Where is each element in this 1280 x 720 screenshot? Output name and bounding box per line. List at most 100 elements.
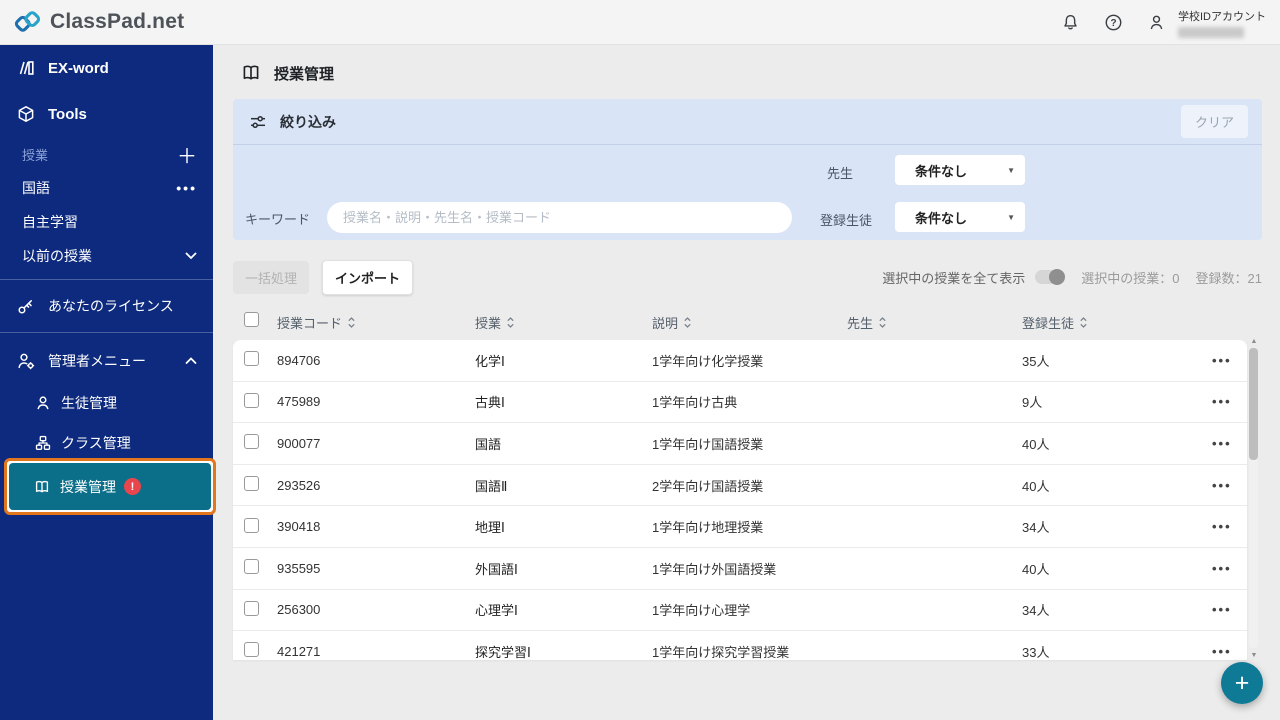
keyword-search-input[interactable] (327, 202, 792, 233)
sidebar-item-kokugo[interactable]: 国語 ••• (0, 171, 213, 205)
row-more-icon[interactable]: ••• (1212, 436, 1232, 451)
teacher-filter-label: 先生 (827, 163, 853, 182)
bulk-action-button[interactable]: 一括処理 (233, 261, 309, 294)
row-more-icon[interactable]: ••• (1212, 478, 1232, 493)
course-name: 古典Ⅰ (475, 392, 652, 411)
account-name-redacted (1178, 27, 1244, 38)
sidebar-item-label: クラス管理 (61, 433, 131, 453)
section-label: 授業 (22, 145, 48, 164)
sidebar-item-label: 国語 (22, 178, 50, 198)
svg-text:?: ? (1110, 18, 1116, 29)
table-row[interactable]: 256300 心理学Ⅰ 1学年向け心理学 34人 ••• (233, 590, 1247, 632)
row-more-icon[interactable]: ••• (1212, 519, 1232, 534)
account-person-icon[interactable] (1147, 13, 1166, 32)
sort-icon (878, 316, 887, 329)
row-checkbox[interactable] (244, 393, 259, 408)
sidebar-item-label: Tools (48, 106, 87, 123)
book-icon (33, 478, 51, 496)
course-description: 1学年向け心理学 (652, 600, 847, 619)
column-header-code[interactable]: 授業コード (277, 313, 475, 332)
table-row[interactable]: 935595 外国語Ⅰ 1学年向け外国語授業 40人 ••• (233, 548, 1247, 590)
student-count: 40人 (1022, 434, 1212, 453)
column-header-teacher[interactable]: 先生 (847, 313, 1022, 332)
show-selected-toggle[interactable] (1035, 270, 1065, 284)
row-checkbox[interactable] (244, 642, 259, 657)
sidebar-item-self-study[interactable]: 自主学習 (0, 205, 213, 239)
course-description: 1学年向け探究学習授業 (652, 642, 847, 660)
sidebar-item-course-management-selected[interactable]: 授業管理 ! (9, 463, 211, 510)
student-count: 33人 (1022, 642, 1212, 660)
table-body: 894706 化学Ⅰ 1学年向け化学授業 35人 ••• 475989 古典Ⅰ … (233, 340, 1247, 660)
row-checkbox[interactable] (244, 559, 259, 574)
course-name: 化学Ⅰ (475, 351, 652, 370)
more-options-icon[interactable]: ••• (176, 180, 197, 196)
row-more-icon[interactable]: ••• (1212, 561, 1232, 576)
row-more-icon[interactable]: ••• (1212, 394, 1232, 409)
scrollbar-thumb[interactable] (1249, 348, 1258, 460)
table-row[interactable]: 900077 国語 1学年向け国語授業 40人 ••• (233, 423, 1247, 465)
sidebar-item-student-management[interactable]: 生徒管理 (0, 383, 213, 423)
sort-icon (506, 316, 515, 329)
brand-name: ClassPad.net (50, 10, 184, 34)
page-title: 授業管理 (274, 63, 334, 84)
course-code: 935595 (277, 561, 475, 576)
table-scrollbar[interactable]: ▲ ▼ (1249, 338, 1259, 660)
sidebar-divider (0, 279, 213, 280)
sidebar-item-previous-courses[interactable]: 以前の授業 (0, 239, 213, 273)
add-course-icon[interactable]: ＋ (177, 140, 197, 169)
row-checkbox[interactable] (244, 518, 259, 533)
sidebar-divider (0, 332, 213, 333)
notifications-bell-icon[interactable] (1061, 13, 1080, 32)
row-more-icon[interactable]: ••• (1212, 353, 1232, 368)
course-code: 421271 (277, 644, 475, 659)
table-row[interactable]: 421271 探究学習Ⅰ 1学年向け探究学習授業 33人 ••• (233, 631, 1247, 660)
add-course-fab[interactable]: + (1221, 662, 1263, 704)
column-header-course[interactable]: 授業 (475, 313, 652, 332)
course-description: 1学年向け国語授業 (652, 434, 847, 453)
table-row[interactable]: 390418 地理Ⅰ 1学年向け地理授業 34人 ••• (233, 506, 1247, 548)
dropdown-arrow-icon: ▼ (1007, 166, 1015, 175)
course-code: 475989 (277, 394, 475, 409)
table-row[interactable]: 293526 国語Ⅱ 2学年向け国語授業 40人 ••• (233, 465, 1247, 507)
brand[interactable]: ClassPad.net (14, 9, 184, 36)
row-more-icon[interactable]: ••• (1212, 602, 1232, 617)
select-all-checkbox[interactable] (244, 312, 259, 327)
row-checkbox[interactable] (244, 351, 259, 366)
account-info[interactable]: 学校IDアカウント (1178, 8, 1266, 38)
help-icon[interactable]: ? (1104, 13, 1123, 32)
scroll-up-icon[interactable]: ▲ (1249, 338, 1259, 346)
row-checkbox[interactable] (244, 601, 259, 616)
course-name: 探究学習Ⅰ (475, 642, 652, 660)
table-row[interactable]: 894706 化学Ⅰ 1学年向け化学授業 35人 ••• (233, 340, 1247, 382)
row-checkbox[interactable] (244, 434, 259, 449)
students-filter-select[interactable]: 条件なし ▼ (895, 202, 1025, 232)
sort-icon (347, 316, 356, 329)
sidebar-item-license[interactable]: あなたのライセンス (0, 286, 213, 326)
student-count: 34人 (1022, 517, 1212, 536)
course-name: 外国語Ⅰ (475, 559, 652, 578)
key-icon (16, 297, 36, 316)
sidebar-item-class-management[interactable]: クラス管理 (0, 423, 213, 463)
row-checkbox[interactable] (244, 476, 259, 491)
column-header-students[interactable]: 登録生徒 (1022, 313, 1212, 332)
sidebar-item-label: EX-word (48, 60, 109, 77)
scroll-down-icon[interactable]: ▼ (1249, 652, 1259, 660)
course-name: 心理学Ⅰ (475, 600, 652, 619)
page-title-book-icon (240, 62, 262, 84)
import-button[interactable]: インポート (322, 260, 413, 295)
admin-person-gear-icon (16, 351, 36, 371)
filter-title: 絞り込み (280, 112, 336, 132)
course-name: 地理Ⅰ (475, 517, 652, 536)
student-count: 9人 (1022, 392, 1212, 411)
table-row[interactable]: 475989 古典Ⅰ 1学年向け古典 9人 ••• (233, 382, 1247, 424)
sidebar-item-label: 以前の授業 (22, 246, 92, 266)
column-header-description[interactable]: 説明 (652, 313, 847, 332)
sidebar-item-tools[interactable]: Tools (0, 91, 213, 137)
clear-filter-button[interactable]: クリア (1181, 105, 1248, 138)
sort-icon (683, 316, 692, 329)
row-more-icon[interactable]: ••• (1212, 644, 1232, 659)
sidebar-item-admin-menu[interactable]: 管理者メニュー (0, 339, 213, 383)
teacher-filter-select[interactable]: 条件なし ▼ (895, 155, 1025, 185)
sidebar-item-ex-word[interactable]: EX-word (0, 45, 213, 91)
teacher-filter-value: 条件なし (915, 161, 967, 180)
